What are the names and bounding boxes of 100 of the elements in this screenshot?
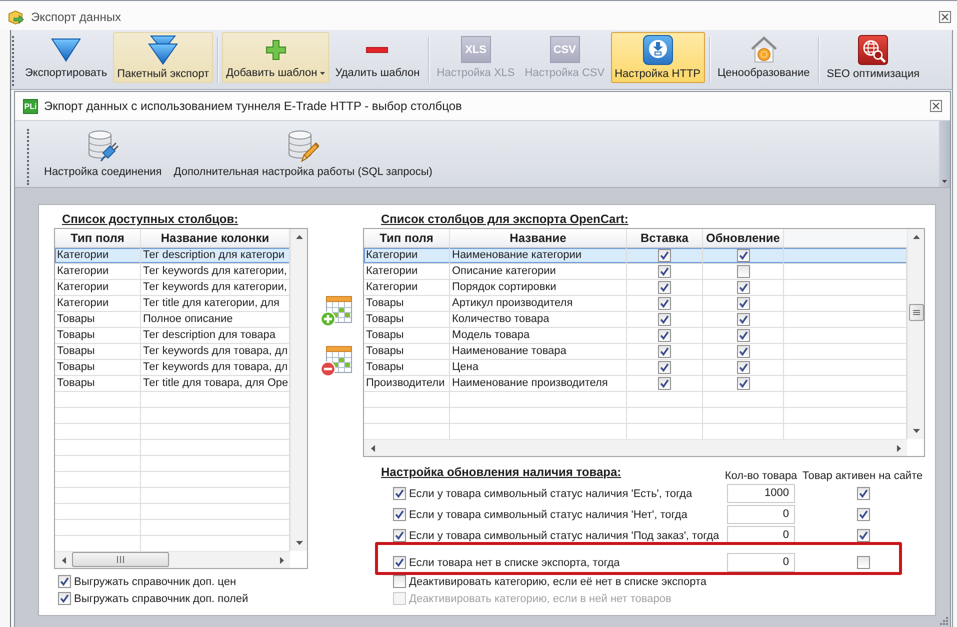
table-row[interactable]: Товары Тег keywords для товара, дл — [55, 360, 290, 376]
toolbar-button[interactable]: Дополнительная настройка работы (SQL запросы) — [172, 125, 434, 179]
table-cell: Порядок сортировки — [452, 280, 556, 295]
close-icon[interactable] — [939, 11, 951, 23]
quantity-field[interactable]: 1000 — [727, 484, 795, 503]
column-header[interactable]: Тип поля — [55, 229, 141, 247]
checkbox[interactable] — [658, 297, 671, 310]
checkbox[interactable] — [658, 329, 671, 342]
table-row[interactable]: Товары Полное описание — [55, 312, 290, 328]
checkbox[interactable] — [736, 297, 750, 310]
checkbox-label: Деактивировать категорию, если в ней нет товаров — [409, 592, 672, 604]
checkbox[interactable] — [658, 313, 671, 326]
close-icon[interactable] — [930, 100, 942, 112]
table-row[interactable]: Товары Модель товара — [364, 328, 907, 344]
up-arrow-icon[interactable] — [296, 235, 303, 239]
down-triangle-icon — [51, 38, 82, 62]
checkbox[interactable] — [658, 249, 671, 262]
database-pencil-icon — [287, 129, 320, 162]
checkbox[interactable] — [736, 281, 750, 294]
toolbar-button[interactable]: Настройка соединения — [42, 125, 164, 179]
table-row[interactable]: Товары Тег keywords для товара, дл — [55, 344, 290, 360]
column-header: Кол-во товара — [724, 470, 798, 483]
up-arrow-icon[interactable] — [913, 235, 920, 239]
checkbox[interactable] — [736, 249, 750, 262]
table-cell: Модель товара — [452, 328, 530, 343]
table-row[interactable]: Товары Количество товара — [364, 312, 907, 328]
right-arrow-icon[interactable] — [280, 556, 284, 564]
toolbar-button[interactable]: Экспортировать — [21, 32, 112, 83]
column-header[interactable]: Вставка — [627, 229, 703, 247]
checkbox-label: Деактивировать категорию, если её нет в списке экспорта — [409, 576, 707, 588]
checkbox[interactable] — [736, 377, 750, 390]
checkbox[interactable] — [58, 575, 71, 588]
table-row[interactable]: Категории Тег keywords для категории, — [55, 280, 290, 296]
table-row[interactable]: Категории Тег description для категори — [55, 248, 290, 264]
checkbox[interactable] — [658, 265, 671, 278]
checkbox[interactable] — [736, 313, 750, 326]
table-row[interactable]: Категории Тег keywords для категории, — [55, 264, 290, 280]
dialog-title: Экпорт данных с использованием туннеля E-Trade HTTP - выбор столбцов — [44, 99, 462, 113]
checkbox[interactable] — [393, 575, 406, 588]
table-row[interactable]: Категории Описание категории — [364, 264, 907, 280]
column-header[interactable]: Название — [450, 229, 627, 247]
table-row[interactable]: Категории Тег title для категории, для — [55, 296, 290, 312]
horizontal-scrollbar[interactable] — [364, 439, 907, 456]
checkbox-label: Выгружать справочник доп. полей — [74, 592, 248, 604]
checkbox[interactable] — [658, 361, 671, 374]
left-arrow-icon[interactable] — [370, 444, 374, 452]
toolbar-button[interactable]: Настройка HTTP — [610, 32, 705, 83]
checkbox[interactable] — [736, 361, 750, 374]
down-arrow-icon[interactable] — [913, 429, 920, 433]
checkbox[interactable] — [658, 281, 671, 294]
table-row[interactable]: Категории Наименование категории — [364, 248, 907, 264]
format-tile: CSV — [550, 36, 580, 63]
scrollbar-thumb[interactable] — [909, 304, 924, 321]
checkbox[interactable] — [736, 265, 750, 278]
table-cell: Полное описание — [143, 312, 233, 327]
scrollbar-thumb[interactable] — [72, 552, 169, 567]
quantity-field[interactable]: 0 — [727, 505, 795, 524]
checkbox[interactable] — [393, 529, 406, 542]
table-row[interactable]: Товары Тег title для товара, для Ope — [55, 376, 290, 392]
checkbox[interactable] — [736, 329, 750, 342]
left-arrow-icon[interactable] — [62, 556, 66, 564]
toolbar-button[interactable]: SEO оптимизация — [822, 32, 924, 83]
checkbox[interactable] — [393, 556, 406, 569]
checkbox[interactable] — [658, 377, 671, 390]
horizontal-scrollbar[interactable] — [55, 551, 290, 568]
table-row[interactable]: Производители Наименование производителя — [364, 376, 907, 392]
checkbox[interactable] — [857, 508, 870, 521]
calendar-minus-icon[interactable] — [320, 345, 352, 377]
table-row[interactable]: Товары Тег description для товара — [55, 328, 290, 344]
vertical-scrollbar[interactable] — [290, 229, 307, 551]
table-cell: Тег title для товара, для Ope — [143, 376, 288, 391]
column-header[interactable]: Название колонки — [141, 229, 290, 247]
checkbox[interactable] — [736, 345, 750, 358]
checkbox[interactable] — [393, 508, 406, 521]
checkbox[interactable] — [58, 592, 71, 605]
toolbar-button[interactable]: Пакетный экспорт — [113, 32, 214, 83]
vertical-scrollbar[interactable] — [907, 229, 924, 439]
checkbox[interactable] — [393, 487, 406, 500]
calendar-plus-icon[interactable] — [320, 295, 352, 327]
checkbox[interactable] — [857, 487, 870, 500]
table-cell: Тег keywords для категории, — [143, 280, 287, 295]
checkbox[interactable] — [857, 556, 870, 569]
resize-grip-icon[interactable] — [939, 616, 948, 625]
down-arrow-icon[interactable] — [296, 541, 303, 545]
checkbox[interactable] — [857, 529, 870, 542]
table-cell: Наименование категории — [452, 248, 582, 263]
toolbar-button[interactable]: Добавить шаблон — [222, 32, 330, 83]
table-row[interactable]: Товары Цена — [364, 360, 907, 376]
table-cell: Категории — [366, 280, 418, 295]
table-row[interactable]: Категории Порядок сортировки — [364, 280, 907, 296]
table-row[interactable]: Товары Наименование товара — [364, 344, 907, 360]
toolbar-button[interactable]: Удалить шаблон — [331, 32, 424, 83]
toolbar-button[interactable]: Ценообразование — [714, 32, 814, 83]
right-arrow-icon[interactable] — [896, 444, 900, 452]
column-header[interactable]: Обновление — [703, 229, 784, 247]
checkbox[interactable] — [658, 345, 671, 358]
column-header[interactable]: Тип поля — [364, 229, 450, 247]
table-row[interactable]: Товары Артикул производителя — [364, 296, 907, 312]
quantity-field[interactable]: 0 — [727, 553, 795, 572]
table-cell: Категории — [366, 248, 418, 263]
